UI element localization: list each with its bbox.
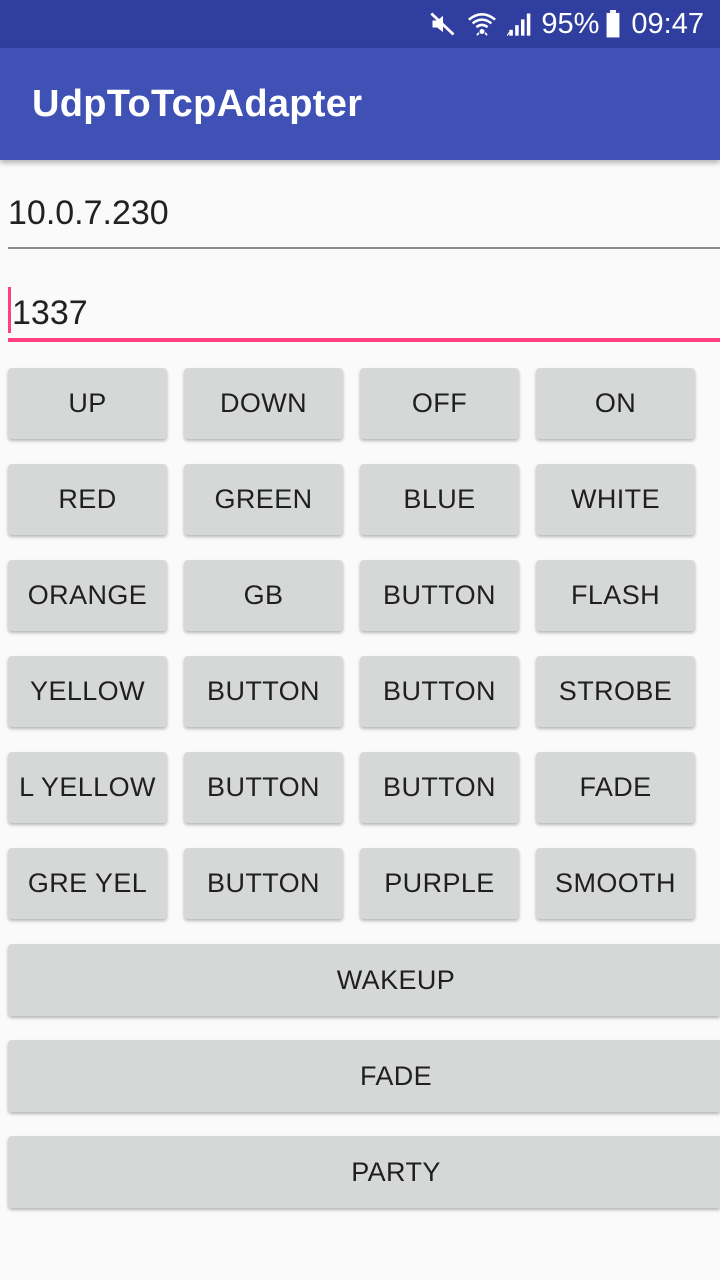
off-button-label: OFF <box>411 388 468 418</box>
off-button[interactable]: OFF <box>360 368 519 439</box>
party-button-label: PARTY <box>351 1156 441 1187</box>
port-field[interactable]: 1337 <box>8 285 720 343</box>
fade-wide-button-label: FADE <box>359 1060 433 1091</box>
party-button[interactable]: PARTY <box>8 1136 720 1208</box>
gb-button-label: GB <box>243 580 284 610</box>
button-r4c2-label: BUTTON <box>207 676 320 706</box>
fade-button[interactable]: FADE <box>536 752 695 823</box>
light-yellow-button-label: L YELLOW <box>19 772 156 802</box>
flash-button-label: FLASH <box>570 580 661 610</box>
ip-address-value: 10.0.7.230 <box>8 194 169 232</box>
port-field-underline <box>8 338 720 342</box>
port-value: 1337 <box>12 294 88 332</box>
button-r5c2-label: BUTTON <box>207 772 320 802</box>
strobe-button[interactable]: STROBE <box>536 656 695 727</box>
on-button[interactable]: ON <box>536 368 695 439</box>
button-r5c3-label: BUTTON <box>383 772 496 802</box>
mute-icon <box>429 10 457 38</box>
down-button[interactable]: DOWN <box>184 368 343 439</box>
fade-button-label: FADE <box>579 772 652 802</box>
red-button-label: RED <box>58 484 117 514</box>
white-button[interactable]: WHITE <box>536 464 695 535</box>
button-r4c3[interactable]: BUTTON <box>360 656 519 727</box>
button-r3c3[interactable]: BUTTON <box>360 560 519 631</box>
app-bar: UdpToTcpAdapter <box>0 48 720 160</box>
button-r6c2[interactable]: BUTTON <box>184 848 343 919</box>
up-button[interactable]: UP <box>8 368 167 439</box>
orange-button-label: ORANGE <box>27 580 148 610</box>
button-r4c2[interactable]: BUTTON <box>184 656 343 727</box>
gb-button[interactable]: GB <box>184 560 343 631</box>
white-button-label: WHITE <box>571 484 660 514</box>
yellow-button-label: YELLOW <box>30 676 145 706</box>
wifi-icon <box>467 10 497 38</box>
wakeup-button-label: WAKEUP <box>336 964 456 995</box>
down-button-label: DOWN <box>219 388 308 418</box>
red-button[interactable]: RED <box>8 464 167 535</box>
orange-button[interactable]: ORANGE <box>8 560 167 631</box>
yellow-button[interactable]: YELLOW <box>8 656 167 727</box>
battery-percent: 95% <box>541 7 600 40</box>
button-r6c2-label: BUTTON <box>207 868 320 898</box>
green-button-label: GREEN <box>214 484 313 514</box>
button-r3c3-label: BUTTON <box>383 580 496 610</box>
on-button-label: ON <box>594 388 637 418</box>
status-time: 09:47 <box>631 7 704 40</box>
purple-button[interactable]: PURPLE <box>360 848 519 919</box>
purple-button-label: PURPLE <box>384 868 495 898</box>
button-r5c3[interactable]: BUTTON <box>360 752 519 823</box>
text-cursor <box>8 287 11 333</box>
blue-button-label: BLUE <box>403 484 476 514</box>
light-yellow-button[interactable]: L YELLOW <box>8 752 167 823</box>
smooth-button[interactable]: SMOOTH <box>536 848 695 919</box>
up-button-label: UP <box>68 388 107 418</box>
flash-button[interactable]: FLASH <box>536 560 695 631</box>
strobe-button-label: STROBE <box>558 676 673 706</box>
green-yellow-button[interactable]: GRE YEL <box>8 848 167 919</box>
wakeup-button[interactable]: WAKEUP <box>8 944 720 1016</box>
ip-field-underline <box>8 247 720 249</box>
status-bar: 95% 09:47 <box>0 0 720 48</box>
green-button[interactable]: GREEN <box>184 464 343 535</box>
button-r5c2[interactable]: BUTTON <box>184 752 343 823</box>
signal-icon <box>507 10 535 38</box>
app-title: UdpToTcpAdapter <box>32 82 363 125</box>
smooth-button-label: SMOOTH <box>555 868 676 898</box>
ip-address-field[interactable]: 10.0.7.230 <box>8 190 720 250</box>
button-r4c3-label: BUTTON <box>383 676 496 706</box>
fade-wide-button[interactable]: FADE <box>8 1040 720 1112</box>
blue-button[interactable]: BLUE <box>360 464 519 535</box>
battery-icon <box>605 10 621 38</box>
green-yellow-button-label: GRE YEL <box>27 868 148 898</box>
